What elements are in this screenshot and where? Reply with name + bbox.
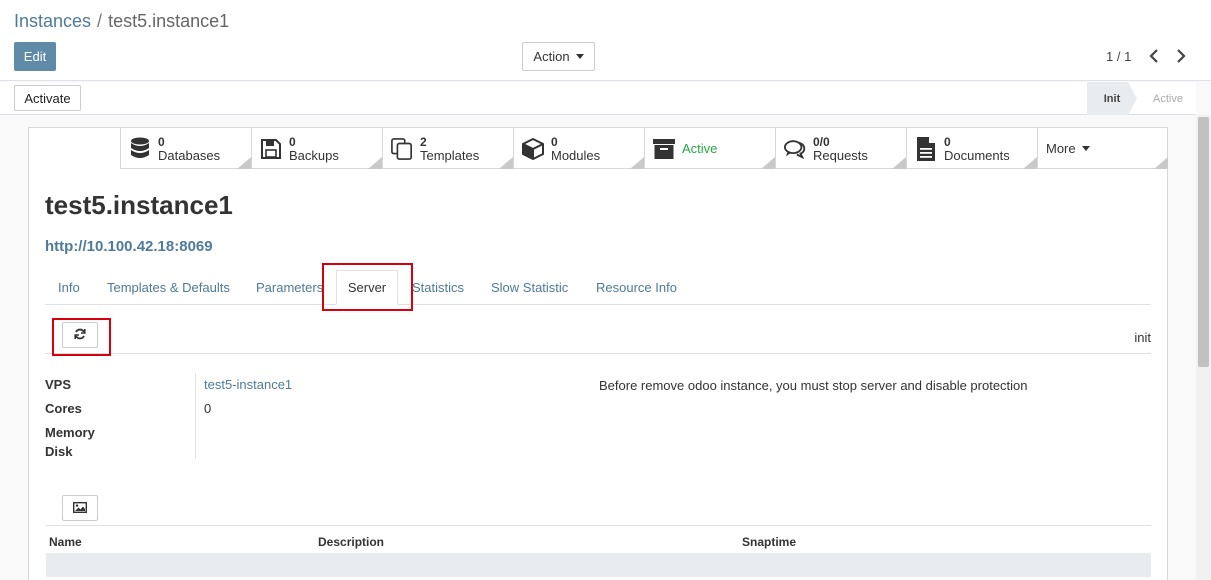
button-corner [237,157,251,169]
field-divider [195,373,196,459]
button-corner [761,157,775,169]
scrollbar-thumb[interactable] [1198,117,1209,367]
button-corner [368,157,382,169]
documents-count: 0 [944,134,951,149]
more-label: More [1046,141,1076,156]
server-state: init [1134,330,1151,345]
requests-label: Requests [813,147,868,163]
edit-button[interactable]: Edit [14,42,56,71]
stage-init[interactable]: Init [1087,82,1137,115]
tab-templates-defaults[interactable]: Templates & Defaults [107,280,230,295]
backups-label: Backups [289,147,339,163]
templates-smart-button[interactable]: 2 Templates [382,128,513,169]
breadcrumb-separator: / [97,11,103,31]
documents-smart-button[interactable]: 0 Documents [906,128,1037,169]
active-toggle-smart-button[interactable]: Active [644,128,775,169]
caret-down-icon [1081,146,1090,151]
stage-active[interactable]: Active [1140,82,1196,115]
button-corner [499,157,513,169]
tab-statistics[interactable]: Statistics [412,280,464,295]
pager-value: 1 / 1 [1106,49,1132,64]
databases-count: 0 [158,134,165,149]
action-dropdown[interactable]: Action [522,42,595,71]
field-value-cores: 0 [204,401,212,416]
templates-count: 2 [420,134,427,149]
archive-icon [653,137,675,161]
documents-label: Documents [944,147,1010,163]
tab-info[interactable]: Info [58,280,80,295]
server-toolbar: init [45,318,1151,354]
cube-icon [522,137,544,161]
database-icon [129,137,151,161]
modules-smart-button[interactable]: 0 Modules [513,128,644,169]
requests-count: 0/0 [813,134,830,149]
modules-label: Modules [551,147,601,163]
scrollbar[interactable] [1196,115,1211,580]
breadcrumb-current: test5.instance1 [108,11,230,31]
table-row [46,553,1151,577]
tab-parameters[interactable]: Parameters [256,280,323,295]
server-tab-highlight [322,263,413,311]
floppy-disk-icon [260,137,282,161]
column-description[interactable]: Description [318,535,384,549]
file-text-icon [915,136,937,161]
statusbar: Activate Init Active [0,82,1196,115]
snapshot-button[interactable] [62,495,98,521]
control-panel: Instances / test5.instance1 Edit Action 1 … [0,0,1211,81]
snapshots-table-header: Name Description Snaptime [46,525,1151,553]
tab-slow-statistic[interactable]: Slow Statistic [491,280,568,295]
server-note: Before remove odoo instance, you must st… [599,378,1028,393]
button-corner [892,157,906,169]
button-corner [630,157,644,169]
form-sheet: 0 Databases 0 Backups 2 Templates 0 Modules [28,127,1168,580]
breadcrumb: Instances / test5.instance1 [14,11,229,32]
more-smart-buttons-dropdown[interactable]: More [1037,128,1168,169]
instance-url-link[interactable]: http://10.100.42.18:8069 [45,238,213,255]
copy-icon [391,137,413,161]
backups-count: 0 [289,134,296,149]
chevron-right-icon[interactable] [1173,46,1189,66]
image-icon [72,501,88,516]
field-label-memory: Memory [45,425,95,440]
button-corner [1023,157,1037,169]
breadcrumb-instances-link[interactable]: Instances [14,11,91,31]
comments-icon [784,137,806,161]
smart-button-box: 0 Databases 0 Backups 2 Templates 0 Modules [120,128,1168,169]
field-label-vps: VPS [45,377,72,392]
column-name[interactable]: Name [49,535,82,549]
button-corner [1154,157,1168,169]
field-label-cores: Cores [45,401,82,416]
templates-label: Templates [420,147,480,163]
activate-button[interactable]: Activate [14,85,81,111]
chevron-left-icon[interactable] [1146,46,1162,66]
action-label: Action [533,49,570,64]
record-title: test5.instance1 [45,190,233,220]
field-value-vps[interactable]: test5-instance1 [204,377,292,392]
refresh-button-highlight [52,318,111,356]
tab-resource-info[interactable]: Resource Info [596,280,677,295]
databases-smart-button[interactable]: 0 Databases [120,128,251,169]
notebook-tabs: Info Templates & Defaults Parameters Ser… [45,270,1151,305]
caret-down-icon [575,54,584,59]
field-label-disk: Disk [45,444,73,459]
requests-smart-button[interactable]: 0/0 Requests [775,128,906,169]
backups-smart-button[interactable]: 0 Backups [251,128,382,169]
column-snaptime[interactable]: Snaptime [742,535,796,549]
modules-count: 0 [551,134,558,149]
databases-label: Databases [158,147,221,163]
active-label: Active [682,141,718,156]
